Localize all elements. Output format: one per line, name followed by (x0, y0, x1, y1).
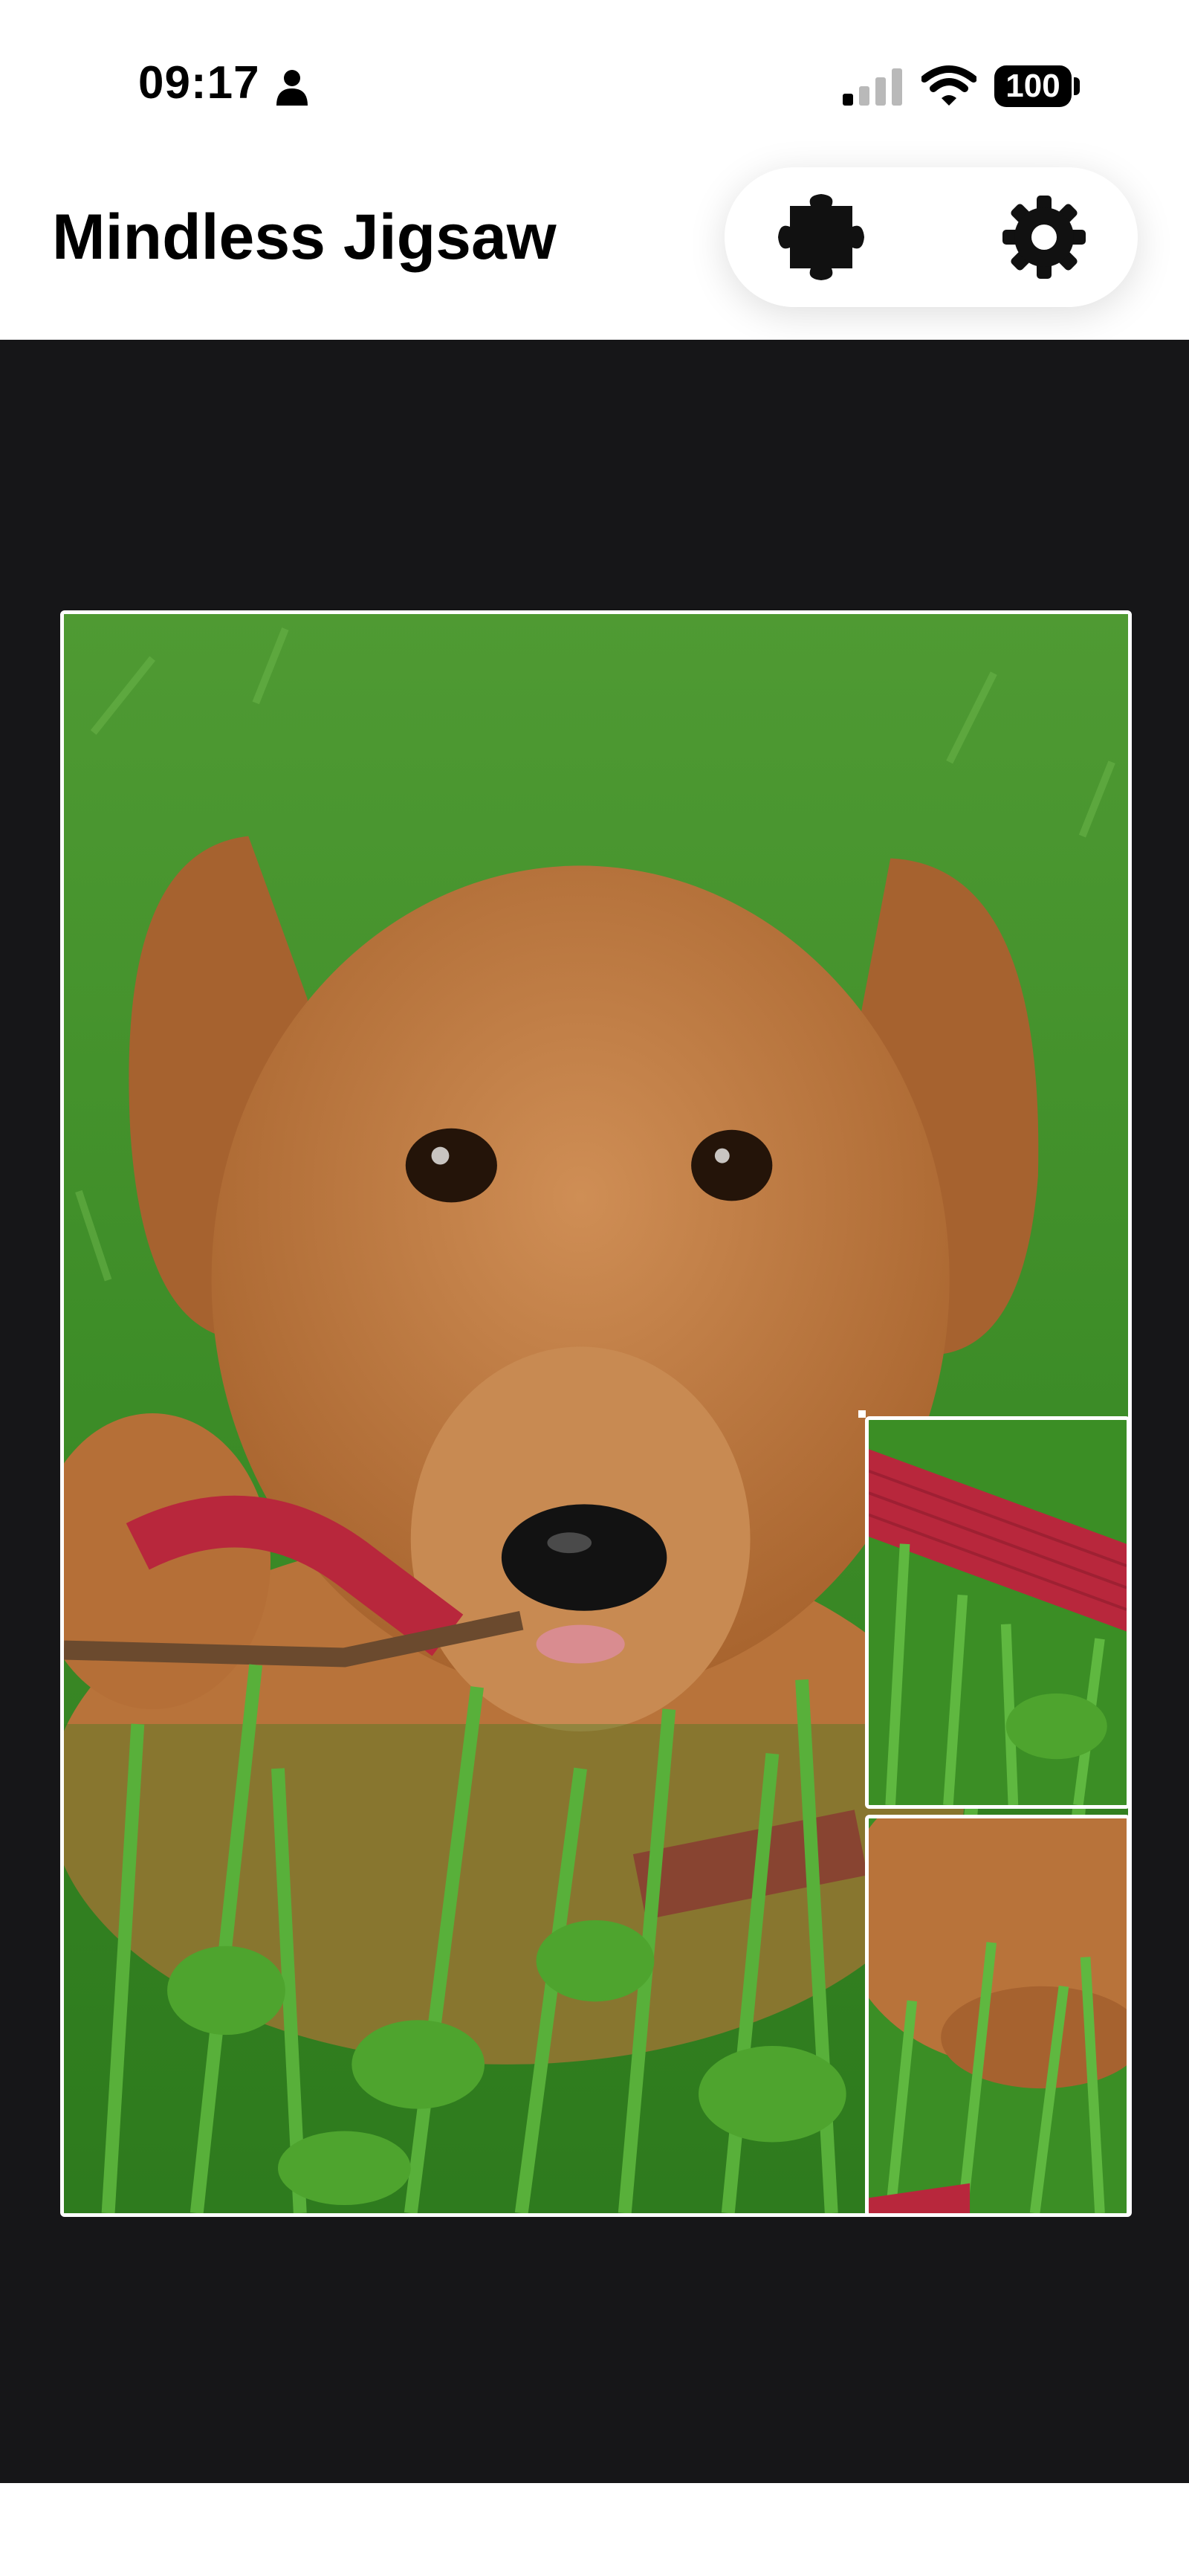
status-bar: 09:17 100 (0, 0, 1189, 149)
battery-icon: 100 (994, 65, 1072, 107)
battery-cap (1074, 77, 1080, 95)
red-leash-grass-image (869, 1420, 1127, 1805)
gear-icon (1002, 196, 1086, 279)
wifi-icon (921, 64, 977, 107)
person-icon (275, 68, 309, 106)
header-actions (725, 167, 1138, 307)
paw-grass-image (869, 1818, 1127, 2213)
puzzle-button[interactable] (762, 193, 895, 282)
cellular-signal-icon (843, 68, 904, 106)
puzzle-piece-loose-2[interactable] (865, 1815, 1130, 2217)
app-screen: 09:17 100 Mindless Jigsaw (0, 0, 1189, 2576)
app-header: Mindless Jigsaw (0, 149, 1189, 340)
bottom-safe-area (0, 2483, 1189, 2576)
piece-gap (858, 1410, 866, 1418)
puzzle-piece-loose-1[interactable] (865, 1416, 1130, 1809)
settings-button[interactable] (1000, 193, 1089, 282)
puzzle-piece-icon (778, 194, 864, 280)
battery-level: 100 (1005, 68, 1060, 104)
puzzle-board (0, 340, 1189, 2483)
app-title: Mindless Jigsaw (52, 201, 557, 273)
status-time: 09:17 (138, 57, 260, 109)
